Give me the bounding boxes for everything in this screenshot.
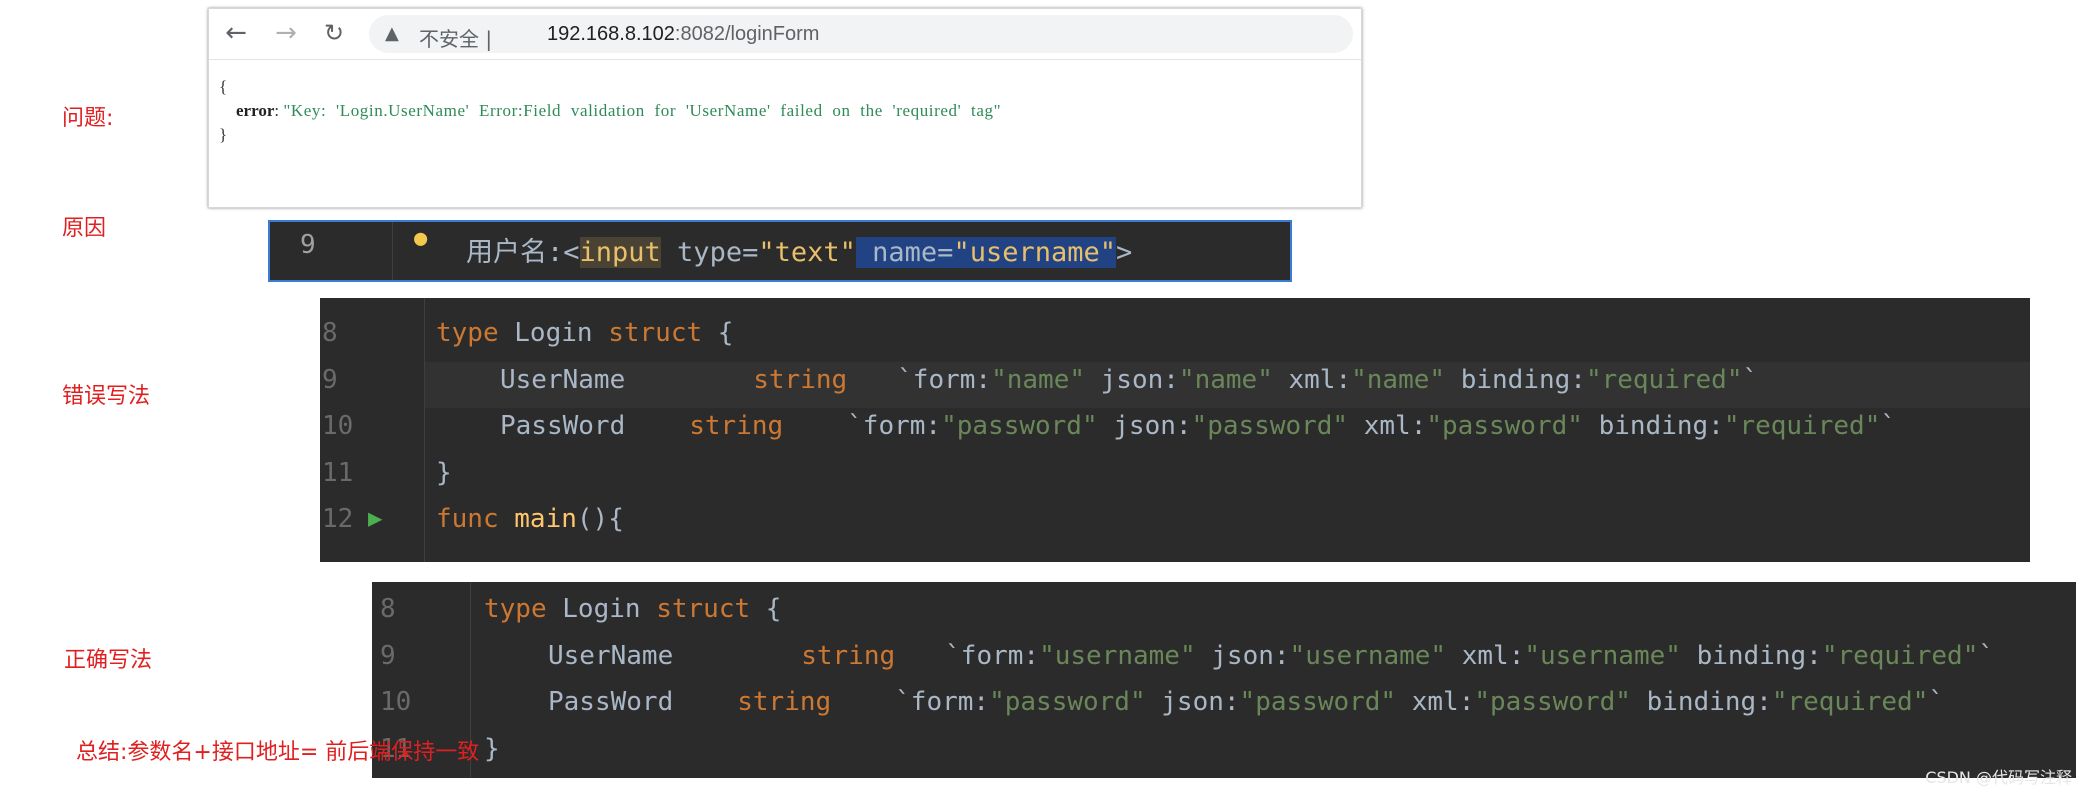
json-open-brace: {	[219, 77, 228, 96]
forward-arrow-icon[interactable]: →	[271, 18, 301, 48]
code-line: type Login struct {	[484, 594, 782, 624]
problem-label: 问题:	[62, 106, 114, 131]
code-line: }	[484, 733, 500, 764]
line-number: 10	[322, 411, 354, 441]
watermark: CSDN @代码写注释	[1925, 768, 2072, 787]
json-close-brace: }	[219, 125, 228, 144]
back-arrow-icon[interactable]: ←	[221, 18, 251, 48]
url-text: 192.168.8.102:8082/loginForm	[547, 23, 820, 45]
lightbulb-icon[interactable]: ●	[414, 226, 427, 251]
line-number: 9	[380, 640, 396, 671]
line-number: 10	[380, 687, 412, 717]
browser-toolbar: ← → ↻ ▲ 不安全 | 192.168.8.102:8082/loginFo…	[209, 9, 1361, 60]
code-line: PassWord string `form:"password" json:"pas…	[500, 411, 1897, 441]
cause-code-line: 用户名:<input type="text" name="username">	[466, 237, 1133, 268]
wrong-code-panel: 8 type Login struct { 9 UserName string `form…	[320, 298, 2030, 562]
code-line: PassWord string `form:"password" json:"pas…	[548, 687, 1945, 717]
cause-label: 原因	[62, 216, 107, 241]
wrong-label: 错误写法	[62, 384, 151, 409]
line-number: 8	[380, 594, 396, 624]
summary-label: 总结:参数名+接口地址= 前后端保持一致	[76, 740, 480, 765]
insecure-label: 不安全 |	[419, 27, 493, 51]
run-icon[interactable]: ▶	[368, 504, 382, 532]
reload-icon[interactable]: ↻	[319, 18, 349, 48]
cause-code-panel: 9 ● 用户名:<input type="text" name="usernam…	[268, 220, 1292, 282]
code-line: UserName string `form:"username" json:"use…	[548, 640, 1995, 671]
line-number: 9	[322, 364, 338, 395]
line-number: 11	[322, 457, 354, 488]
line-number: 9	[300, 230, 316, 260]
error-message: "Key: 'Login.UserName' Error:Field valid…	[283, 101, 1002, 120]
browser-window: ← → ↻ ▲ 不安全 | 192.168.8.102:8082/loginFo…	[208, 8, 1362, 208]
address-bar[interactable]: ▲ 不安全 | 192.168.8.102:8082/loginForm	[369, 15, 1353, 53]
correct-label: 正确写法	[64, 648, 153, 673]
code-line: }	[436, 457, 452, 488]
json-error-line: error: "Key: 'Login.UserName' Error:Fiel…	[236, 101, 1002, 120]
line-number: 8	[322, 318, 338, 348]
code-line: func main(){	[436, 504, 624, 534]
line-number: 12	[322, 504, 354, 534]
warning-triangle-icon: ▲	[385, 23, 399, 44]
correct-code-panel: 8 type Login struct { 9 UserName string `form…	[372, 582, 2076, 778]
code-line: type Login struct {	[436, 318, 734, 348]
code-line: UserName string `form:"name" json:"name" x…	[500, 364, 1759, 395]
json-response: { error: "Key: 'Login.UserName' Error:Fi…	[219, 75, 1001, 147]
